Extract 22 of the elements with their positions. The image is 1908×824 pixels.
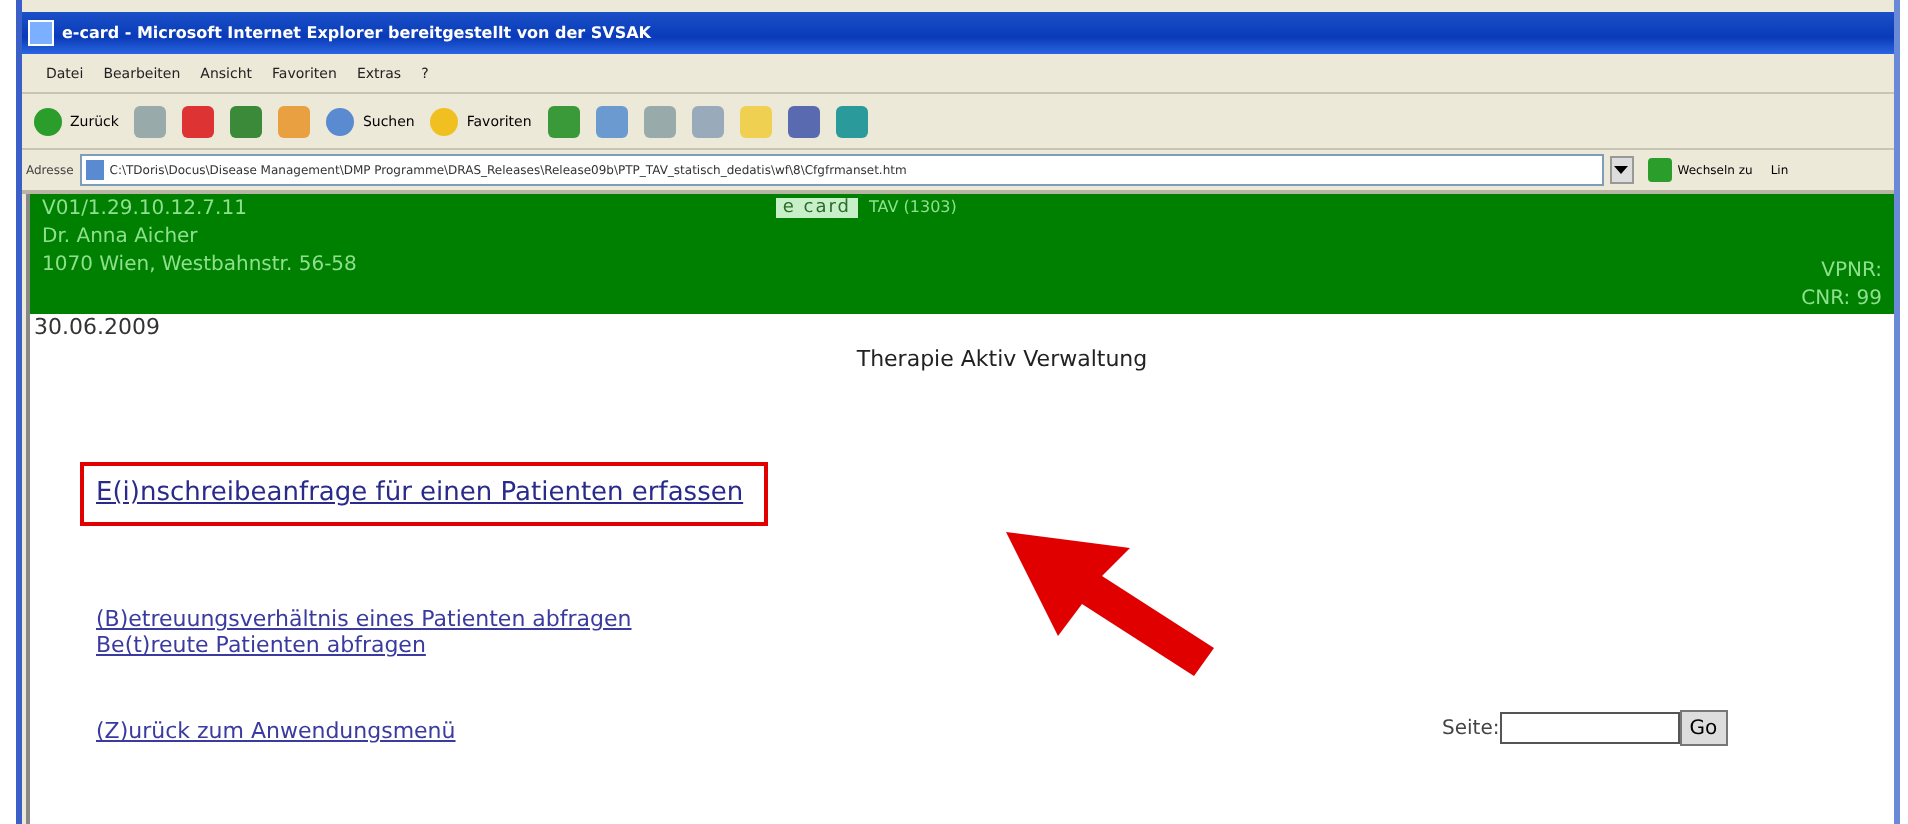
back-icon <box>34 107 62 135</box>
ecard-logo: e card <box>776 198 858 218</box>
caret-icon <box>1614 166 1629 174</box>
menu-link[interactable]: (B)etreuungsverhältnis eines Patienten abfragen <box>96 606 632 632</box>
date-text: 30.06.2009 <box>32 314 162 340</box>
menu-link[interactable]: Be(t)reute Patienten abfragen <box>96 632 426 658</box>
menu-link[interactable]: (Z)urück zum Anwendungsmenü <box>96 718 456 744</box>
page-number-field[interactable] <box>1499 712 1680 744</box>
cnr-text: CNR: 99 <box>1801 288 1882 310</box>
module-text: TAV (1303) <box>869 198 957 216</box>
menu-link[interactable]: E(i)nschreibeanfrage für einen Patienten erfassen <box>96 476 744 512</box>
doctor-name: Dr. Anna Aicher <box>42 226 200 248</box>
page-icon <box>85 160 104 180</box>
vpnr-text: VPNR: <box>1821 260 1882 282</box>
doctor-address: 1070 Wien, Westbahnstr. 56-58 <box>42 254 357 276</box>
dropdown-button[interactable] <box>1609 156 1634 184</box>
window-title: e-card - Microsoft Internet Explorer bereitgestellt von der SVSAK <box>62 24 651 42</box>
version-text: V01/1.29.10.12.7.11 <box>42 198 249 220</box>
browser-icon <box>28 20 54 46</box>
page-label: Seite: <box>1442 717 1500 739</box>
page-title: Therapie Aktiv Verwaltung <box>854 346 1150 372</box>
go-button[interactable]: Go <box>1679 710 1728 746</box>
